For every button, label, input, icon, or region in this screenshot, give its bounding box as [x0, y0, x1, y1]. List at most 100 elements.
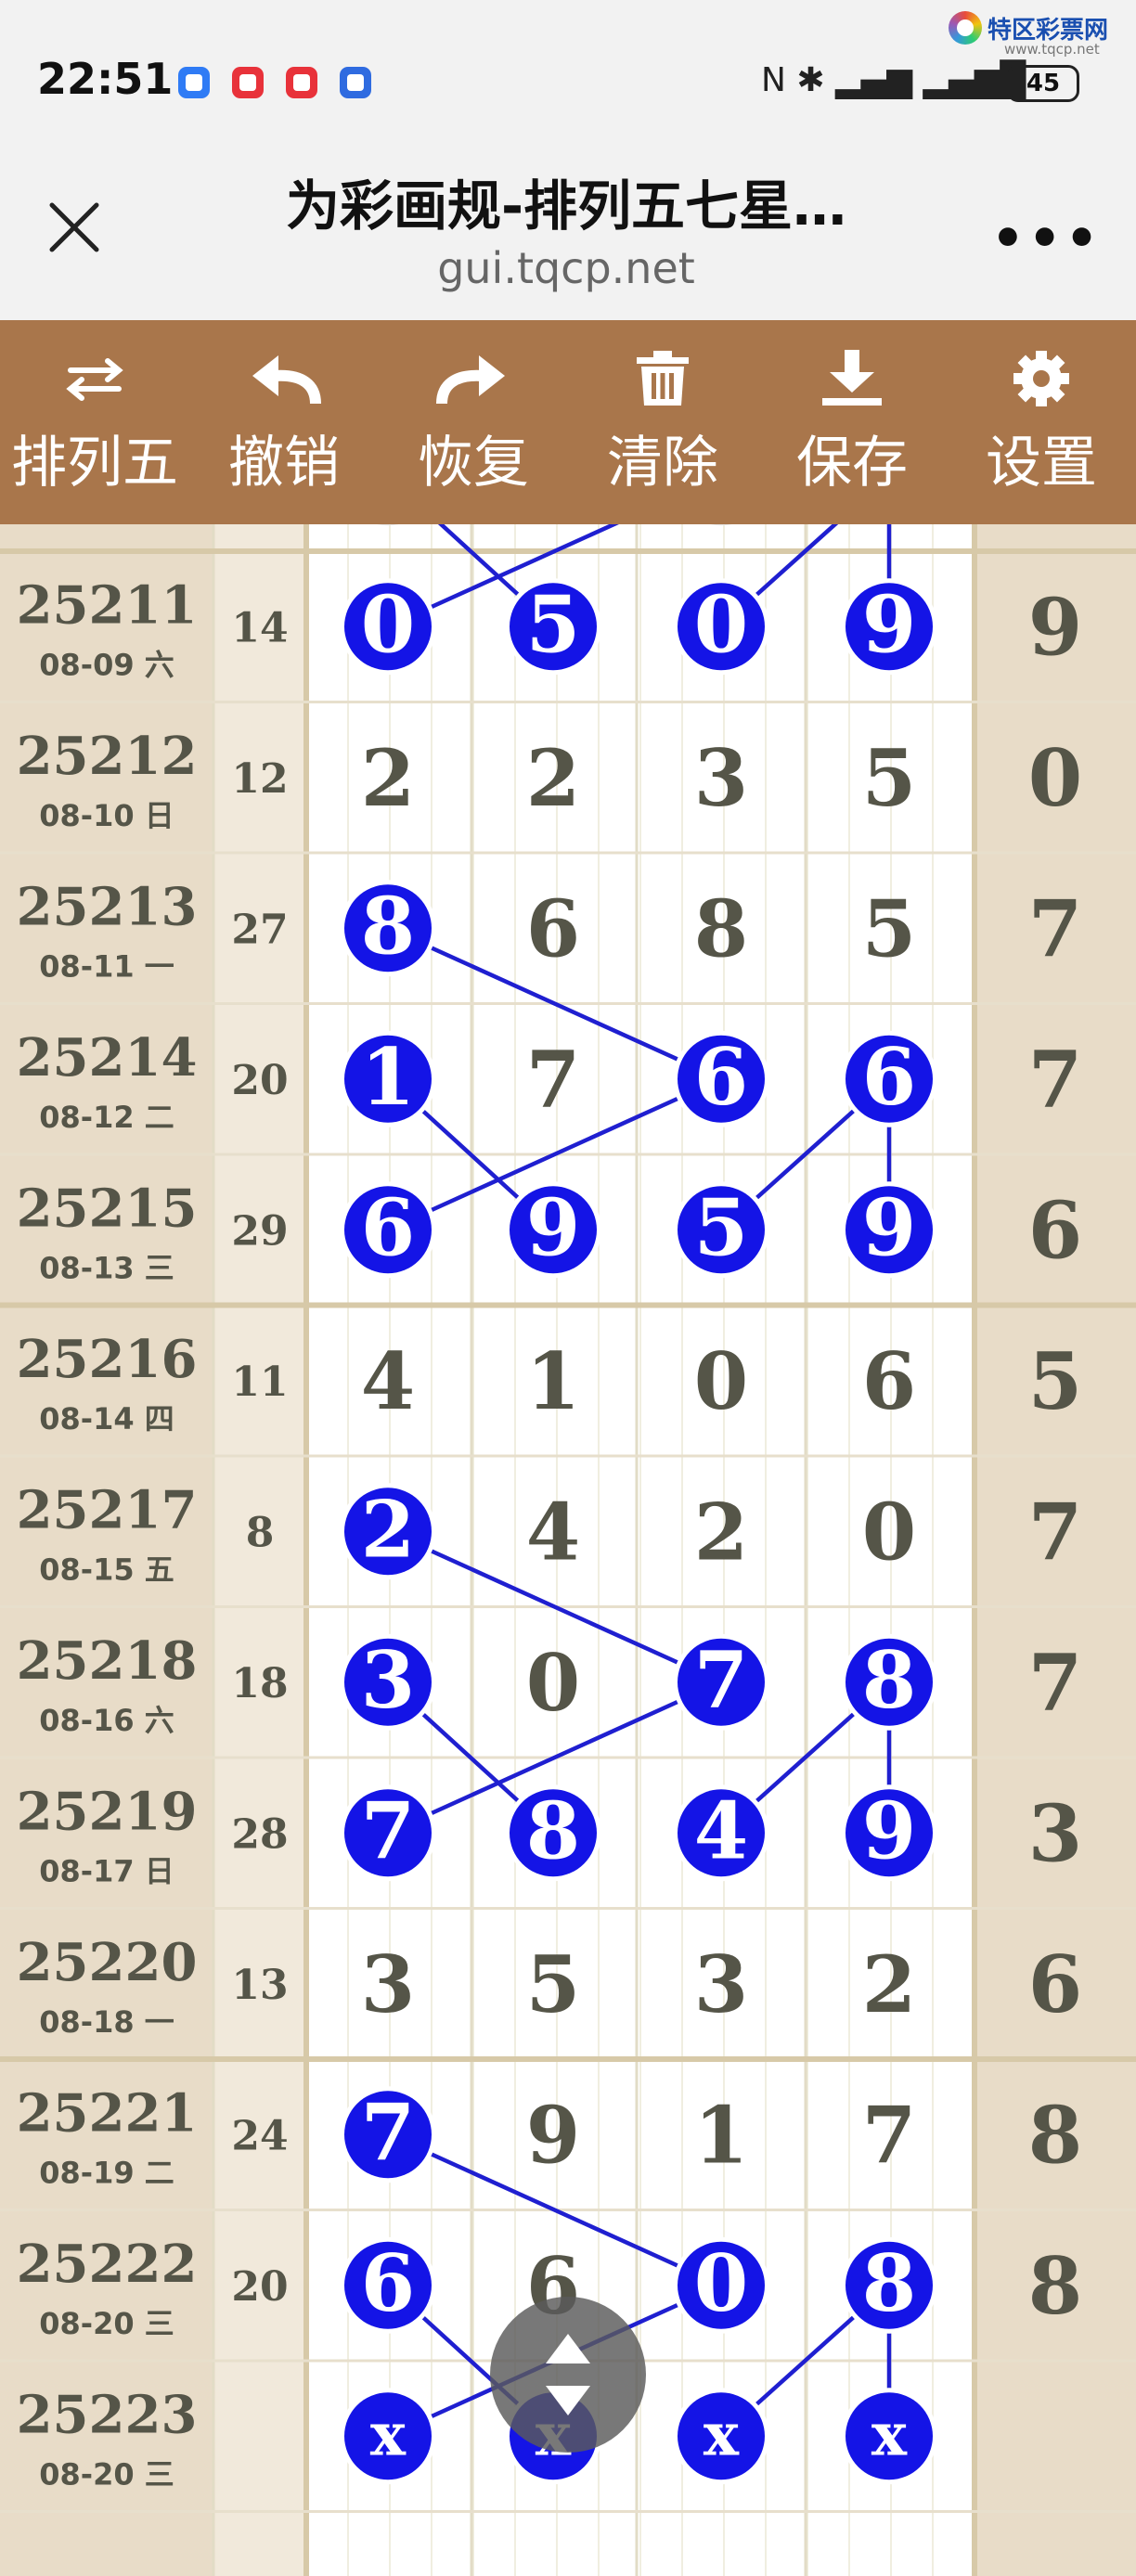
plain-digit[interactable]: 1 [694, 2089, 748, 2181]
redo-button[interactable]: 恢复 [379, 320, 568, 524]
plain-digit[interactable]: 0 [526, 1637, 580, 1729]
scroll-toggle-button[interactable] [490, 2297, 646, 2453]
plain-digit[interactable]: 7 [526, 1034, 580, 1126]
ball-digit: 1 [361, 1031, 415, 1123]
swap-arrows-icon [66, 358, 123, 401]
period-date: 08-12 二 [39, 1100, 174, 1135]
plain-digit[interactable]: 2 [862, 1938, 916, 2030]
undo-button[interactable]: 撤销 [189, 320, 379, 524]
site-logo-icon [949, 11, 982, 45]
period-number: 25211 [17, 574, 198, 636]
ball-digit: 2 [361, 1483, 415, 1575]
plain-digit[interactable]: 2 [694, 1486, 748, 1578]
download-notification-icon [340, 67, 371, 98]
clear-button[interactable]: 清除 [568, 320, 757, 524]
save-button[interactable]: 保存 [757, 320, 947, 524]
period-number: 25223 [17, 2384, 198, 2445]
digit-sum: 28 [231, 1810, 288, 1858]
ball-digit: 6 [361, 2237, 415, 2329]
trend-grid[interactable]: 25211 08-09 六 14 0 5 0 9 9 25212 08-10 日 12 2 2 3 5 0 25… [0, 524, 1136, 2576]
period-number: 25214 [17, 1027, 198, 1088]
plain-digit[interactable]: 5 [526, 1938, 580, 2030]
plain-digit[interactable]: 2 [526, 732, 580, 824]
plain-digit[interactable]: 6 [862, 1335, 916, 1427]
ball-digit: 4 [694, 1784, 748, 1876]
plain-digit[interactable]: 3 [361, 1938, 415, 2030]
toolbar-label-type: 排列五 [11, 431, 178, 496]
plain-digit[interactable]: 4 [361, 1335, 415, 1427]
fifth-digit: 8 [1028, 2089, 1082, 2181]
period-number: 25221 [17, 2082, 198, 2144]
table-row: 25224 [17, 2567, 198, 2576]
plain-digit[interactable]: 2 [361, 732, 415, 824]
fifth-digit: 6 [1028, 1938, 1082, 2030]
scroll-up-down-icon [546, 2334, 590, 2415]
ball-digit: 8 [526, 1784, 580, 1876]
ball-digit: 9 [862, 1784, 916, 1876]
toolbar-label-clear: 清除 [607, 431, 718, 496]
digit-sum: 11 [231, 1359, 288, 1406]
ball-digit: 6 [694, 1031, 748, 1123]
plain-digit[interactable]: 9 [526, 2089, 580, 2181]
period-date: 08-16 六 [39, 1703, 174, 1738]
plain-digit[interactable]: 4 [526, 1486, 580, 1578]
fifth-digit: 7 [1028, 1034, 1082, 1126]
period-date: 08-19 二 [39, 2155, 174, 2190]
plain-digit[interactable]: 5 [862, 732, 916, 824]
digit-sum: 27 [231, 906, 288, 953]
plain-digit[interactable]: 8 [694, 882, 748, 974]
period-date: 08-20 三 [39, 2456, 174, 2492]
watermark-url: www.tqcp.net [1004, 41, 1100, 58]
period-number: 25212 [17, 726, 198, 787]
period-date: 08-14 四 [39, 1401, 174, 1436]
status-bar: 22:51 N ✱ ▂▄▆ ▂▄▆█ 45 特区彩票网 www.tqcp.net [0, 0, 1136, 139]
trend-grid-canvas[interactable]: 2521108-09 六14 0 5 0 9 92521208-10 日12 2 2 3 5 025… [0, 524, 1136, 2576]
trash-icon [637, 351, 689, 406]
ball-digit: 8 [361, 880, 415, 972]
ball-digit: x [704, 2400, 740, 2469]
toolbar-label-save: 保存 [796, 431, 908, 496]
ball-digit: 9 [862, 1181, 916, 1273]
plain-digit[interactable]: 0 [694, 1335, 748, 1427]
plain-digit[interactable]: 7 [862, 2089, 916, 2181]
plain-digit[interactable]: 5 [862, 882, 916, 974]
digit-sum: 8 [246, 1509, 275, 1556]
period-number: 25213 [17, 876, 198, 937]
period-number: 25215 [17, 1178, 198, 1239]
plain-digit[interactable]: 6 [526, 882, 580, 974]
period-number: 25224 [17, 2567, 198, 2576]
fifth-digit: 0 [1028, 732, 1082, 824]
ball-digit: x [871, 2400, 908, 2469]
plain-digit[interactable]: 1 [526, 1335, 580, 1427]
battery-icon: 45 [1007, 65, 1079, 102]
ball-digit: 3 [361, 1634, 415, 1726]
period-date: 08-13 三 [39, 1250, 174, 1285]
digit-sum: 29 [231, 1207, 288, 1255]
redo-icon [436, 355, 505, 405]
period-number: 25217 [17, 1479, 198, 1540]
more-options-icon[interactable]: ••• [991, 209, 1102, 269]
ball-digit: 7 [694, 1634, 748, 1726]
page-title: 为彩画规-排列五七星… [285, 174, 847, 238]
lottery-type-button[interactable]: 排列五 [0, 320, 189, 524]
plain-digit[interactable]: 3 [694, 732, 748, 824]
period-number: 25220 [17, 1932, 198, 1993]
digit-sum: 20 [231, 1057, 288, 1104]
ball-digit: 5 [526, 578, 580, 670]
period-date: 08-20 三 [39, 2306, 174, 2341]
close-icon[interactable] [46, 200, 102, 255]
ball-digit: 6 [862, 1031, 916, 1123]
digit-sum: 12 [231, 755, 288, 803]
fifth-digit: 9 [1028, 581, 1082, 673]
settings-button[interactable]: 设置 [947, 320, 1136, 524]
plain-digit[interactable]: 0 [862, 1486, 916, 1578]
fifth-digit: 3 [1028, 1787, 1082, 1879]
ball-digit: 9 [862, 578, 916, 670]
gear-icon [1013, 351, 1069, 406]
period-date: 08-17 日 [39, 1853, 174, 1888]
chat-notification-icon [178, 67, 210, 98]
status-time: 22:51 [37, 54, 174, 104]
page-url: gui.tqcp.net [437, 243, 695, 293]
plain-digit[interactable]: 3 [694, 1938, 748, 2030]
period-date: 08-09 六 [39, 647, 174, 682]
